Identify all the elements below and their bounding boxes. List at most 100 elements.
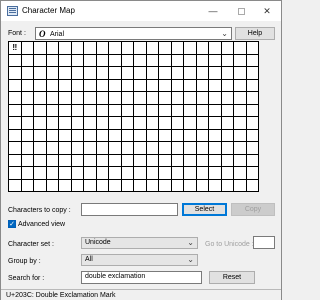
character-cell[interactable] [221,92,234,105]
character-cell[interactable] [59,117,72,130]
go-to-unicode-input[interactable] [253,236,275,249]
character-cell[interactable] [196,104,209,117]
character-cell[interactable] [71,42,84,55]
character-cell[interactable] [146,167,159,180]
character-cell[interactable] [46,117,59,130]
character-cell[interactable] [109,92,122,105]
character-cell[interactable] [209,117,222,130]
character-cell[interactable] [9,67,22,80]
character-cell[interactable] [46,129,59,142]
character-cell[interactable] [71,142,84,155]
character-cell[interactable] [246,142,259,155]
character-cell[interactable] [221,142,234,155]
character-cell[interactable] [21,154,34,167]
character-cell[interactable] [46,54,59,67]
group-by-dropdown[interactable]: All ⌄ [81,254,198,266]
select-button[interactable]: Select [182,203,227,216]
character-cell[interactable] [184,54,197,67]
character-cell[interactable] [9,179,22,192]
character-cell[interactable] [21,179,34,192]
character-cell[interactable] [246,104,259,117]
character-cell[interactable] [171,92,184,105]
character-cell[interactable] [109,79,122,92]
character-cell[interactable] [109,154,122,167]
character-cell[interactable] [34,129,47,142]
character-cell[interactable] [184,104,197,117]
character-cell[interactable] [221,154,234,167]
character-cell[interactable] [59,142,72,155]
character-cell[interactable] [134,79,147,92]
character-cell[interactable] [209,54,222,67]
character-cell[interactable] [21,54,34,67]
character-cell[interactable] [246,179,259,192]
character-cell[interactable] [109,167,122,180]
character-cell[interactable] [159,79,172,92]
character-cell[interactable] [121,104,134,117]
character-cell[interactable] [246,42,259,55]
character-cell[interactable] [209,179,222,192]
character-cell[interactable] [171,167,184,180]
character-cell[interactable] [71,117,84,130]
character-cell[interactable] [46,154,59,167]
character-cell[interactable] [71,167,84,180]
character-cell[interactable] [84,42,97,55]
search-input[interactable]: double exclamation [81,271,202,284]
character-cell[interactable] [46,179,59,192]
character-cell[interactable] [21,42,34,55]
character-cell[interactable] [184,92,197,105]
character-cell[interactable] [71,129,84,142]
character-cell[interactable] [84,92,97,105]
character-cell[interactable] [134,67,147,80]
maximize-button[interactable] [227,1,255,21]
character-cell[interactable] [234,167,247,180]
character-cell[interactable] [184,42,197,55]
character-cell[interactable] [234,42,247,55]
selected-character-cell[interactable]: ‼ [9,42,22,55]
character-cell[interactable] [9,154,22,167]
character-cell[interactable] [146,42,159,55]
character-cell[interactable] [121,42,134,55]
advanced-view-checkbox[interactable]: ✓ [8,220,16,228]
character-grid[interactable]: ‼ [8,41,259,192]
character-cell[interactable] [146,67,159,80]
character-cell[interactable] [34,79,47,92]
character-cell[interactable] [84,117,97,130]
character-cell[interactable] [9,104,22,117]
character-cell[interactable] [46,79,59,92]
character-cell[interactable] [96,142,109,155]
character-cell[interactable] [121,179,134,192]
character-cell[interactable] [159,179,172,192]
character-cell[interactable] [146,117,159,130]
character-cell[interactable] [234,117,247,130]
character-cell[interactable] [84,79,97,92]
character-cell[interactable] [9,117,22,130]
character-cell[interactable] [71,92,84,105]
character-cell[interactable] [221,104,234,117]
character-cell[interactable] [134,142,147,155]
character-cell[interactable] [96,67,109,80]
character-cell[interactable] [121,54,134,67]
character-cell[interactable] [184,167,197,180]
character-cell[interactable] [59,104,72,117]
character-cell[interactable] [34,104,47,117]
character-cell[interactable] [209,167,222,180]
character-cell[interactable] [221,167,234,180]
character-cell[interactable] [34,42,47,55]
character-cell[interactable] [221,129,234,142]
character-cell[interactable] [84,154,97,167]
character-cell[interactable] [159,67,172,80]
minimize-button[interactable]: — [199,1,227,21]
character-cell[interactable] [109,104,122,117]
character-cell[interactable] [209,154,222,167]
character-cell[interactable] [184,179,197,192]
character-cell[interactable] [134,92,147,105]
character-cell[interactable] [159,167,172,180]
character-cell[interactable] [96,42,109,55]
character-cell[interactable] [21,142,34,155]
character-cell[interactable] [184,142,197,155]
character-cell[interactable] [84,67,97,80]
character-cell[interactable] [184,154,197,167]
character-cell[interactable] [171,79,184,92]
character-cell[interactable] [121,67,134,80]
character-cell[interactable] [121,154,134,167]
